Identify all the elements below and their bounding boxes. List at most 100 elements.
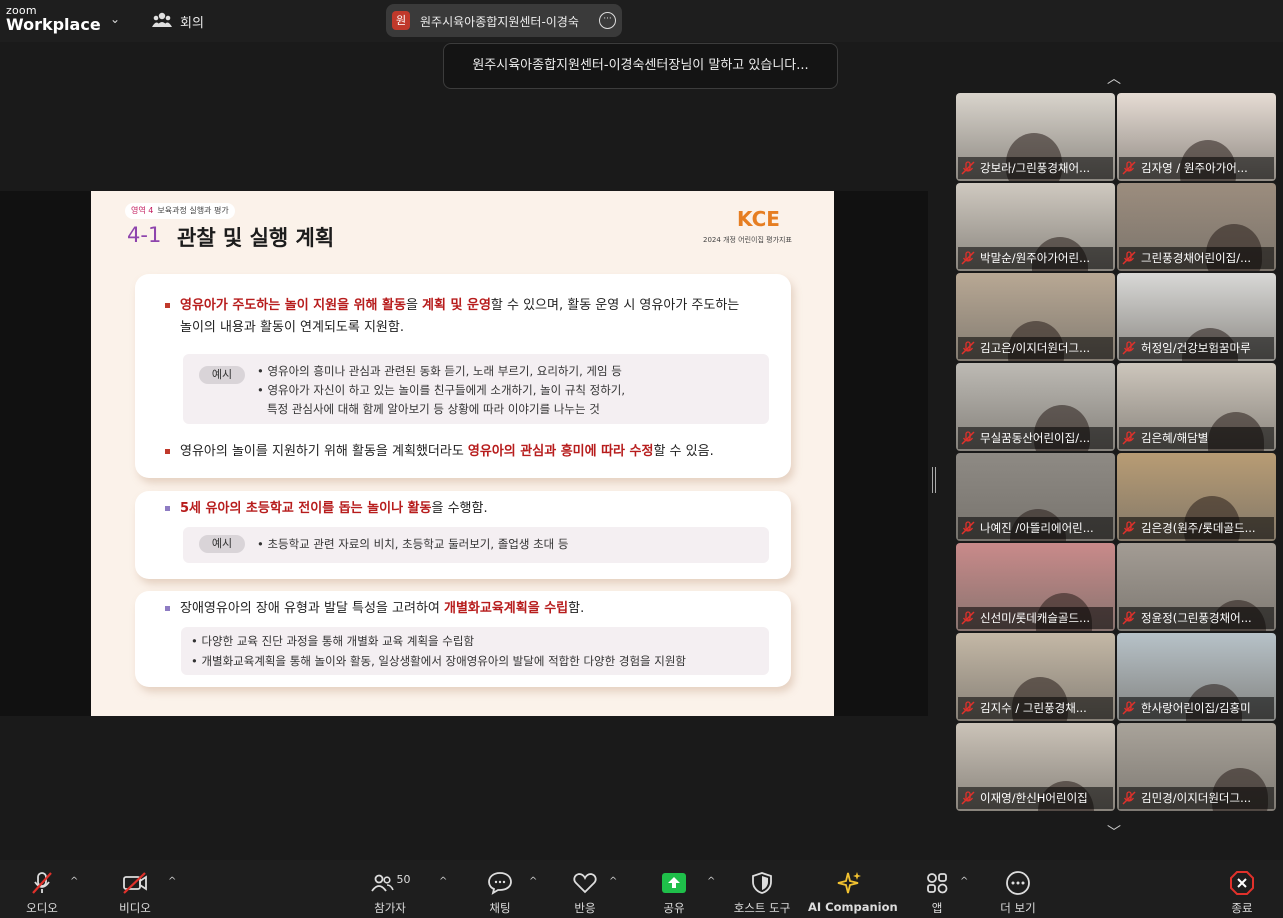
apps-icon bbox=[927, 873, 948, 894]
reactions-button[interactable]: 반응 bbox=[563, 870, 607, 916]
end-label: 종료 bbox=[1231, 901, 1253, 915]
participant-tile[interactable]: 김은혜/해담별 bbox=[1117, 363, 1276, 451]
card1-example-box: 예시 • 영유아의 흥미나 관심과 관련된 동화 듣기, 노래 부르기, 요리하… bbox=[183, 354, 769, 424]
scroll-down-chevron-icon[interactable]: ﹀ bbox=[1107, 822, 1121, 842]
card1-example-line-1: • 영유아의 흥미나 관심과 관련된 동화 듣기, 노래 부르기, 요리하기, … bbox=[257, 364, 622, 378]
participant-name: 김자영 / 원주아가어... bbox=[1119, 157, 1274, 179]
participants-options-caret-icon[interactable]: ^ bbox=[439, 876, 447, 887]
bullet-square bbox=[165, 303, 170, 308]
meeting-toolbar: 오디오 ^ 비디오 ^ 50 참가자 ^ 채팅 ^ 반응 ^ 공유 ^ 호스트 … bbox=[0, 860, 1283, 918]
apps-label: 앱 bbox=[931, 901, 943, 915]
card1-example-line-3: 특정 관심사에 대해 함께 알아보기 등 상황에 따라 이야기를 나누는 것 bbox=[267, 402, 600, 416]
card1-b1-text2: 할 수 있으며, 활동 운영 시 영유아가 주도하는 bbox=[490, 298, 740, 313]
audio-options-caret-icon[interactable]: ^ bbox=[70, 876, 78, 887]
top-bar: zoom Workplace ⌄ 회의 원 원주시육아종합지원센터-이경숙 ··… bbox=[0, 0, 1283, 42]
mic-muted-icon bbox=[1122, 521, 1136, 535]
mic-muted-icon bbox=[1122, 431, 1136, 445]
chat-icon bbox=[488, 872, 512, 895]
speaker-avatar: 원 bbox=[392, 11, 410, 30]
share-options-caret-icon[interactable]: ^ bbox=[707, 876, 715, 887]
card1-b1-text1: 을 bbox=[405, 298, 423, 313]
card3-example-line-2: • 개별화교육계획을 통해 놀이와 활동, 일상생활에서 장애영유아의 발달에 … bbox=[191, 654, 687, 668]
participant-tile[interactable]: 무실꿈동산어린이집/... bbox=[956, 363, 1115, 451]
kce-logo: KCE bbox=[737, 207, 780, 231]
apps-options-caret-icon[interactable]: ^ bbox=[960, 876, 968, 887]
mic-muted-icon bbox=[961, 341, 975, 355]
speaker-name: 원주시육아종합지원센터-이경숙 bbox=[420, 15, 579, 29]
participant-tile[interactable]: 김지수 / 그린풍경채... bbox=[956, 633, 1115, 721]
mic-muted-icon bbox=[961, 521, 975, 535]
participant-tile[interactable]: 한사랑어린이집/김홍미 bbox=[1117, 633, 1276, 721]
participant-name: 그린풍경채어린이집/... bbox=[1119, 247, 1274, 269]
ai-companion-button[interactable]: AI Companion bbox=[808, 870, 898, 914]
end-meeting-button[interactable]: 종료 bbox=[1220, 870, 1264, 916]
shared-slide: 영역 4 보육과정 실행과 평가 4-1 관찰 및 실행 계획 KCE 2024 … bbox=[91, 191, 834, 716]
card3-red1: 개별화교육계획을 수립 bbox=[444, 601, 569, 616]
card1-b1-red2: 계획 및 운영 bbox=[422, 298, 491, 313]
participant-name: 이재영/한신H어린이집 bbox=[958, 787, 1113, 809]
card3-example-lines: • 다양한 교육 진단 과정을 통해 개별화 교육 계획을 수립함 • 개별화교… bbox=[191, 631, 686, 671]
participant-tile[interactable]: 김자영 / 원주아가어... bbox=[1117, 93, 1276, 181]
participant-name: 김지수 / 그린풍경채... bbox=[958, 697, 1113, 719]
participant-tile[interactable]: 신선미/롯데캐슬골드... bbox=[956, 543, 1115, 631]
participant-tile[interactable]: 정윤정(그린풍경채어... bbox=[1117, 543, 1276, 631]
participant-tile[interactable]: 김고은/이지더원더그... bbox=[956, 273, 1115, 361]
bullet-square bbox=[165, 506, 170, 511]
reactions-options-caret-icon[interactable]: ^ bbox=[609, 876, 617, 887]
kce-logo-subtitle: 2024 개정 어린이집 평가지표 bbox=[703, 236, 792, 244]
participant-tile[interactable]: 그린풍경채어린이집/... bbox=[1117, 183, 1276, 271]
chat-label: 채팅 bbox=[489, 901, 511, 915]
more-button[interactable]: 더 보기 bbox=[996, 870, 1040, 916]
video-button[interactable]: 비디오 bbox=[113, 870, 157, 916]
participant-tile[interactable]: 김은경(원주/롯데골드... bbox=[1117, 453, 1276, 541]
mic-muted-icon bbox=[32, 872, 52, 894]
video-label: 비디오 bbox=[119, 901, 151, 915]
participant-tile[interactable]: 허정임/건강보험꿈마루 bbox=[1117, 273, 1276, 361]
participant-tile[interactable]: 강보라/그린풍경채어... bbox=[956, 93, 1115, 181]
chat-options-caret-icon[interactable]: ^ bbox=[529, 876, 537, 887]
shield-icon bbox=[752, 872, 772, 894]
mic-muted-icon bbox=[961, 431, 975, 445]
mic-muted-icon bbox=[1122, 791, 1136, 805]
speaking-notification: 원주시육아종합지원센터-이경숙센터장님이 말하고 있습니다... bbox=[443, 43, 838, 89]
card2-bullet: 5세 유아의 초등학교 전이를 돕는 놀이나 활동을 수행함. bbox=[165, 499, 488, 519]
participant-tile[interactable]: 김민경/이지더원더그... bbox=[1117, 723, 1276, 811]
slide-area-text: 보육과정 실행과 평가 bbox=[157, 206, 229, 215]
share-button[interactable]: 공유 bbox=[652, 870, 696, 916]
audio-button[interactable]: 오디오 bbox=[20, 870, 64, 916]
more-options-icon[interactable]: ··· bbox=[599, 12, 616, 29]
participants-icon bbox=[370, 874, 394, 892]
host-tools-button[interactable]: 호스트 도구 bbox=[728, 870, 796, 916]
participant-name: 정윤정(그린풍경채어... bbox=[1119, 607, 1274, 629]
participant-tile[interactable]: 이재영/한신H어린이집 bbox=[956, 723, 1115, 811]
host-tools-label: 호스트 도구 bbox=[733, 901, 791, 915]
end-icon bbox=[1230, 871, 1254, 895]
mic-muted-icon bbox=[961, 611, 975, 625]
slide-number: 4-1 bbox=[127, 223, 162, 247]
bullet-square bbox=[165, 606, 170, 611]
card2-text1: 을 수행함. bbox=[431, 501, 488, 516]
video-options-caret-icon[interactable]: ^ bbox=[168, 876, 176, 887]
slide-card-3: 장애영유아의 장애 유형과 발달 특성을 고려하여 개별화교육계획을 수립함. … bbox=[135, 591, 791, 687]
chat-button[interactable]: 채팅 bbox=[478, 870, 522, 916]
participant-name: 강보라/그린풍경채어... bbox=[958, 157, 1113, 179]
scroll-up-chevron-icon[interactable]: ︿ bbox=[1107, 68, 1121, 88]
apps-button[interactable]: 앱 bbox=[915, 870, 959, 916]
active-speaker-pill[interactable]: 원 원주시육아종합지원센터-이경숙 ··· bbox=[386, 4, 622, 37]
meeting-label[interactable]: 회의 bbox=[180, 12, 204, 31]
zoom-workplace-logo[interactable]: zoom Workplace bbox=[6, 5, 101, 33]
slide-title: 관찰 및 실행 계획 bbox=[177, 226, 335, 250]
slide-card-1: 영유아가 주도하는 놀이 지원을 위해 활동을 계획 및 운영할 수 있으며, … bbox=[135, 274, 791, 478]
heart-icon bbox=[573, 873, 597, 894]
mic-muted-icon bbox=[961, 701, 975, 715]
example-chip: 예시 bbox=[199, 366, 245, 384]
card1-b2-red1: 영유아의 관심과 흥미에 따라 수정 bbox=[467, 444, 654, 459]
card3-text2: 함. bbox=[568, 601, 585, 616]
chevron-down-icon[interactable]: ⌄ bbox=[110, 12, 120, 26]
participants-button[interactable]: 50 참가자 bbox=[368, 870, 412, 916]
participant-tile[interactable]: 박말순/원주아가어린... bbox=[956, 183, 1115, 271]
participant-tile[interactable]: 나예진 /아뜰리에어린... bbox=[956, 453, 1115, 541]
resize-handle[interactable] bbox=[932, 467, 936, 493]
participants-count: 50 bbox=[396, 872, 411, 886]
sparkle-icon bbox=[837, 872, 861, 894]
